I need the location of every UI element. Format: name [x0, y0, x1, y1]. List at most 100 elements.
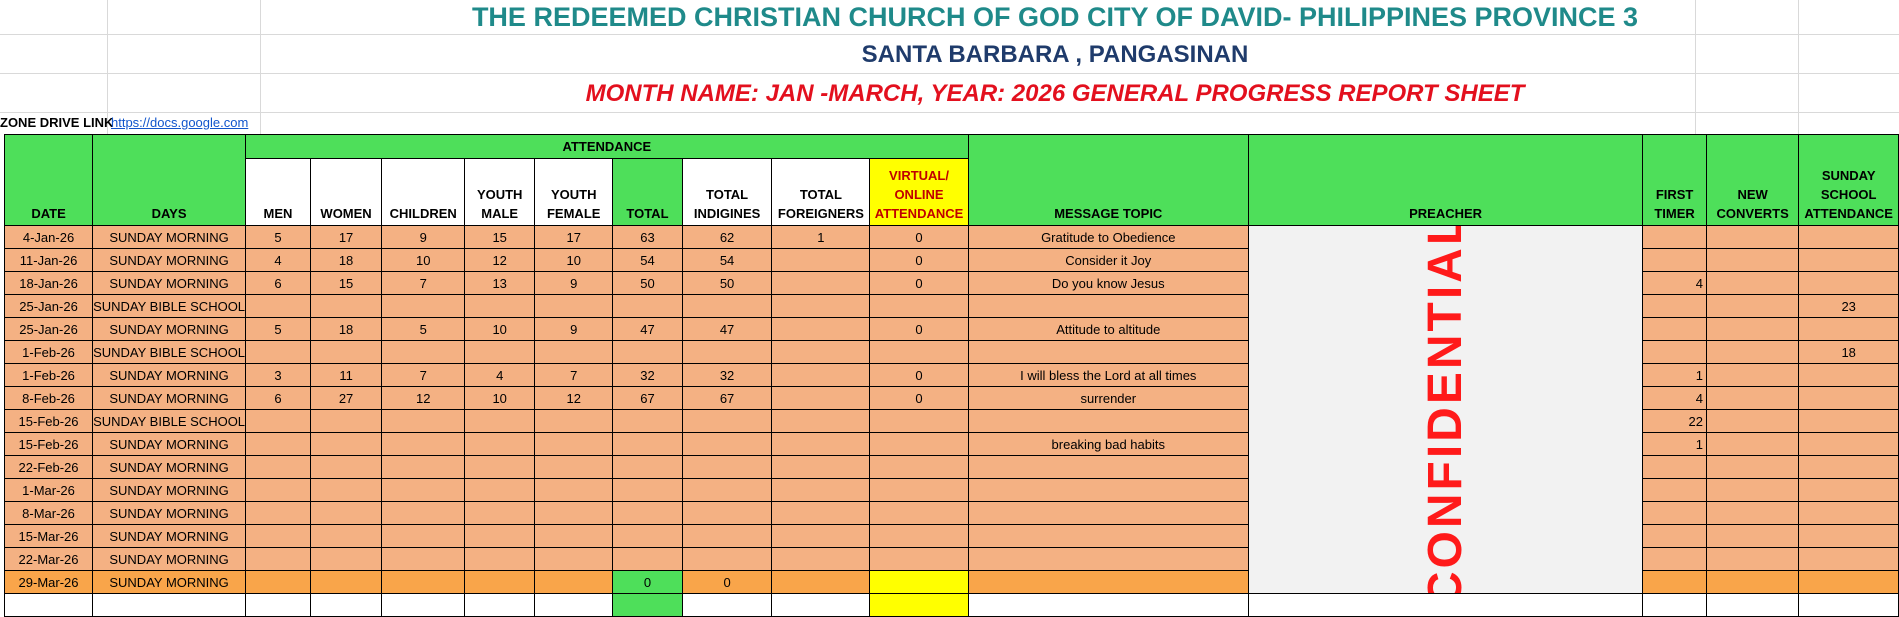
empty-cell[interactable]	[309, 593, 383, 617]
women-cell[interactable]: 17	[309, 225, 383, 249]
youth-male-cell[interactable]	[464, 340, 536, 364]
indigines-cell[interactable]	[681, 340, 773, 364]
youth-male-cell[interactable]	[464, 501, 536, 525]
message-topic-cell[interactable]: Do you know Jesus	[967, 271, 1249, 295]
new-converts-cell[interactable]	[1705, 432, 1800, 456]
empty-cell[interactable]	[3, 593, 94, 617]
sunday-school-cell[interactable]	[1798, 271, 1899, 295]
foreigners-cell[interactable]	[771, 363, 871, 387]
men-cell[interactable]	[245, 455, 311, 479]
women-cell[interactable]	[309, 570, 383, 594]
youth-female-cell[interactable]	[534, 294, 614, 318]
first-timer-cell[interactable]: 4	[1642, 271, 1707, 295]
message-topic-cell[interactable]	[967, 570, 1249, 594]
date-cell[interactable]: 29-Mar-26	[3, 570, 94, 594]
youth-female-cell[interactable]	[534, 340, 614, 364]
youth-female-cell[interactable]: 17	[534, 225, 614, 249]
virtual-cell[interactable]	[869, 294, 969, 318]
youth-female-cell[interactable]	[534, 547, 614, 571]
men-cell[interactable]	[245, 478, 311, 502]
message-topic-cell[interactable]	[967, 547, 1249, 571]
sunday-school-cell[interactable]	[1798, 248, 1899, 272]
foreigners-cell[interactable]	[771, 547, 871, 571]
new-converts-cell[interactable]	[1705, 524, 1800, 548]
children-cell[interactable]: 5	[381, 317, 466, 341]
message-topic-cell[interactable]: I will bless the Lord at all times	[967, 363, 1249, 387]
youth-male-cell[interactable]	[464, 455, 536, 479]
foreigners-cell[interactable]: 1	[771, 225, 871, 249]
children-cell[interactable]: 7	[381, 271, 466, 295]
women-cell[interactable]	[309, 455, 383, 479]
children-cell[interactable]	[381, 294, 466, 318]
women-cell[interactable]	[309, 501, 383, 525]
empty-cell[interactable]	[771, 593, 871, 617]
day-cell[interactable]: SUNDAY MORNING	[92, 386, 247, 410]
foreigners-cell[interactable]	[771, 524, 871, 548]
youth-female-cell[interactable]	[534, 524, 614, 548]
sunday-school-cell[interactable]	[1798, 501, 1899, 525]
sunday-school-cell[interactable]: 23	[1798, 294, 1899, 318]
youth-female-cell[interactable]	[534, 409, 614, 433]
virtual-cell[interactable]	[869, 501, 969, 525]
sunday-school-cell[interactable]	[1798, 478, 1899, 502]
first-timer-cell[interactable]: 4	[1642, 386, 1707, 410]
indigines-cell[interactable]: 0	[681, 570, 773, 594]
men-cell[interactable]: 6	[245, 386, 311, 410]
youth-male-cell[interactable]: 15	[464, 225, 536, 249]
day-cell[interactable]: SUNDAY BIBLE SCHOOL	[92, 340, 247, 364]
empty-cell[interactable]	[92, 593, 247, 617]
message-topic-cell[interactable]	[967, 409, 1249, 433]
children-cell[interactable]	[381, 409, 466, 433]
message-topic-cell[interactable]	[967, 501, 1249, 525]
first-timer-cell[interactable]	[1642, 570, 1707, 594]
total-cell[interactable]	[612, 501, 683, 525]
empty-cell[interactable]	[681, 593, 773, 617]
women-cell[interactable]: 27	[309, 386, 383, 410]
men-cell[interactable]: 6	[245, 271, 311, 295]
youth-female-cell[interactable]: 9	[534, 271, 614, 295]
first-timer-cell[interactable]	[1642, 225, 1707, 249]
virtual-cell[interactable]	[869, 524, 969, 548]
virtual-cell[interactable]	[869, 478, 969, 502]
virtual-cell[interactable]	[869, 455, 969, 479]
youth-female-cell[interactable]	[534, 455, 614, 479]
indigines-cell[interactable]: 32	[681, 363, 773, 387]
new-converts-cell[interactable]	[1705, 409, 1800, 433]
children-cell[interactable]: 7	[381, 363, 466, 387]
foreigners-cell[interactable]	[771, 386, 871, 410]
women-cell[interactable]: 18	[309, 248, 383, 272]
day-cell[interactable]: SUNDAY BIBLE SCHOOL	[92, 294, 247, 318]
virtual-cell[interactable]: 0	[869, 248, 969, 272]
men-cell[interactable]: 3	[245, 363, 311, 387]
indigines-cell[interactable]: 67	[681, 386, 773, 410]
indigines-cell[interactable]	[681, 478, 773, 502]
total-cell[interactable]: 47	[612, 317, 683, 341]
men-cell[interactable]	[245, 570, 311, 594]
date-cell[interactable]: 22-Feb-26	[3, 455, 94, 479]
total-cell[interactable]: 54	[612, 248, 683, 272]
empty-cell[interactable]	[612, 593, 683, 617]
first-timer-cell[interactable]	[1642, 294, 1707, 318]
new-converts-cell[interactable]	[1705, 317, 1800, 341]
message-topic-cell[interactable]	[967, 294, 1249, 318]
youth-male-cell[interactable]	[464, 409, 536, 433]
men-cell[interactable]	[245, 409, 311, 433]
new-converts-cell[interactable]	[1705, 294, 1800, 318]
day-cell[interactable]: SUNDAY MORNING	[92, 478, 247, 502]
message-topic-cell[interactable]: Consider it Joy	[967, 248, 1249, 272]
empty-cell[interactable]	[967, 593, 1249, 617]
women-cell[interactable]	[309, 340, 383, 364]
sunday-school-cell[interactable]	[1798, 363, 1899, 387]
sunday-school-cell[interactable]	[1798, 317, 1899, 341]
day-cell[interactable]: SUNDAY MORNING	[92, 501, 247, 525]
foreigners-cell[interactable]	[771, 317, 871, 341]
youth-male-cell[interactable]	[464, 524, 536, 548]
youth-female-cell[interactable]: 7	[534, 363, 614, 387]
indigines-cell[interactable]	[681, 409, 773, 433]
foreigners-cell[interactable]	[771, 570, 871, 594]
date-cell[interactable]: 1-Mar-26	[3, 478, 94, 502]
day-cell[interactable]: SUNDAY MORNING	[92, 432, 247, 456]
women-cell[interactable]	[309, 294, 383, 318]
day-cell[interactable]: SUNDAY MORNING	[92, 271, 247, 295]
day-cell[interactable]: SUNDAY MORNING	[92, 570, 247, 594]
